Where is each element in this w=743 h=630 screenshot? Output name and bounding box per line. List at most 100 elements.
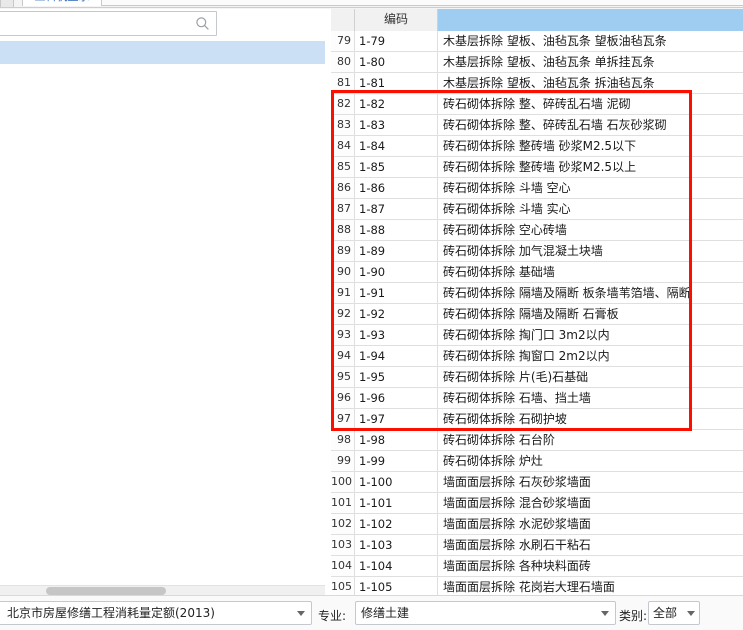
code-cell[interactable]: 1-94 [355,346,438,366]
code-cell[interactable]: 1-80 [355,52,438,72]
name-cell[interactable]: 墙面面层拆除 混合砂浆墙面 [438,493,743,513]
code-cell[interactable]: 1-89 [355,241,438,261]
table-row[interactable]: 91 1-91 砖石砌体拆除 隔墙及隔断 板条墙苇箔墙、隔断 [331,283,743,304]
scrollbar-thumb[interactable] [46,587,166,595]
search-input[interactable] [0,12,179,35]
code-cell[interactable]: 1-96 [355,388,438,408]
code-cell[interactable]: 1-93 [355,325,438,345]
name-cell[interactable]: 木基层拆除 望板、油毡瓦条 拆油毡瓦条 [438,73,743,93]
tree-item-16[interactable] [0,409,325,432]
code-cell[interactable]: 1-90 [355,262,438,282]
name-cell[interactable]: 砖石砌体拆除 石墙、挡土墙 [438,388,743,408]
name-cell[interactable]: 砖石砌体拆除 整砖墙 砂浆M2.5以下 [438,136,743,156]
tree-item-7[interactable] [0,202,325,225]
name-cell[interactable]: 砖石砌体拆除 整、碎砖乱石墙 泥砌 [438,94,743,114]
name-cell[interactable]: 砖石砌体拆除 斗墙 空心 [438,178,743,198]
grid-header-rownum[interactable] [331,9,355,31]
name-cell[interactable]: 墙面面层拆除 水泥砂浆墙面 [438,514,743,534]
tree-item-9[interactable]: 抹灰工程 [0,248,325,271]
tree-item-6[interactable]: 屋面木基层工程 [0,179,325,202]
code-cell[interactable]: 1-85 [355,157,438,177]
table-row[interactable]: 94 1-94 砖石砌体拆除 掏窗口 2m2以内 [331,346,743,367]
code-cell[interactable]: 1-104 [355,556,438,576]
chevron-down-icon[interactable] [601,611,609,616]
code-cell[interactable]: 1-92 [355,304,438,324]
grid-body[interactable]: 79 1-79 木基层拆除 望板、油毡瓦条 望板油毡瓦条 80 1-80 木基层拆除 望板… [331,31,743,595]
code-cell[interactable]: 1-103 [355,535,438,555]
table-row[interactable]: 88 1-88 砖石砌体拆除 空心砖墙 [331,220,743,241]
code-cell[interactable]: 1-81 [355,73,438,93]
table-row[interactable]: 87 1-87 砖石砌体拆除 斗墙 实心 [331,199,743,220]
search-icon[interactable] [195,16,210,31]
tree-item-14[interactable] [0,363,325,386]
table-row[interactable]: 97 1-97 砖石砌体拆除 石砌护坡 [331,409,743,430]
table-row[interactable]: 99 1-99 砖石砌体拆除 炉灶 [331,451,743,472]
code-cell[interactable]: 1-82 [355,94,438,114]
name-cell[interactable]: 墙面面层拆除 石灰砂浆墙面 [438,472,743,492]
code-cell[interactable]: 1-95 [355,367,438,387]
tree-item-10[interactable] [0,271,325,294]
name-cell[interactable]: 砖石砌体拆除 石砌护坡 [438,409,743,429]
name-cell[interactable]: 砖石砌体拆除 掏窗口 2m2以内 [438,346,743,366]
table-row[interactable]: 86 1-86 砖石砌体拆除 斗墙 空心 [331,178,743,199]
table-row[interactable]: 100 1-100 墙面面层拆除 石灰砂浆墙面 [331,472,743,493]
name-cell[interactable]: 砖石砌体拆除 隔墙及隔断 石膏板 [438,304,743,324]
table-row[interactable]: 85 1-85 砖石砌体拆除 整砖墙 砂浆M2.5以上 [331,157,743,178]
category-tree[interactable]: 楼地面工程 屋面及防水工程 钢筋混凝土工程 木结构工程 屋面木基层工程 抹灰工程… [0,41,325,571]
tree-item-2[interactable] [0,87,325,110]
name-cell[interactable]: 砖石砌体拆除 空心砖墙 [438,220,743,240]
name-cell[interactable]: 砖石砌体拆除 基础墙 [438,262,743,282]
name-cell[interactable]: 砖石砌体拆除 炉灶 [438,451,743,471]
name-cell[interactable]: 墙面面层拆除 各种块料面砖 [438,556,743,576]
name-cell[interactable]: 砖石砌体拆除 隔墙及隔断 板条墙苇箔墙、隔断 [438,283,743,303]
code-cell[interactable]: 1-91 [355,283,438,303]
table-row[interactable]: 93 1-93 砖石砌体拆除 掏门口 3m2以内 [331,325,743,346]
tree-item-11[interactable] [0,294,325,317]
name-cell[interactable]: 砖石砌体拆除 加气混凝土块墙 [438,241,743,261]
tree-item-8[interactable] [0,225,325,248]
code-cell[interactable]: 1-84 [355,136,438,156]
tree-item-12[interactable]: 零星工程 [0,317,325,340]
table-row[interactable]: 98 1-98 砖石砌体拆除 石台阶 [331,430,743,451]
code-cell[interactable]: 1-101 [355,493,438,513]
name-cell[interactable]: 墙面面层拆除 花岗岩大理石墙面 [438,577,743,595]
chevron-down-icon[interactable] [687,611,695,616]
tree-item-3[interactable] [0,110,325,133]
name-cell[interactable]: 砖石砌体拆除 掏门口 3m2以内 [438,325,743,345]
table-row[interactable]: 101 1-101 墙面面层拆除 混合砂浆墙面 [331,493,743,514]
name-cell[interactable]: 砖石砌体拆除 石台阶 [438,430,743,450]
tree-item-17[interactable]: 垂直运输费 [0,432,325,455]
name-cell[interactable]: 砖石砌体拆除 整砖墙 砂浆M2.5以上 [438,157,743,177]
tree-item-13[interactable]: 其他项目 [0,340,325,363]
code-cell[interactable]: 1-79 [355,31,438,51]
tree-item-4[interactable]: 钢筋混凝土工程 [0,133,325,156]
name-cell[interactable]: 砖石砌体拆除 斗墙 实心 [438,199,743,219]
table-row[interactable]: 90 1-90 砖石砌体拆除 基础墙 [331,262,743,283]
tree-item-1[interactable]: 屋面及防水工程 [0,64,325,87]
table-row[interactable]: 80 1-80 木基层拆除 望板、油毡瓦条 单拆挂瓦条 [331,52,743,73]
category-dropdown[interactable]: 全部 [648,601,700,625]
table-row[interactable]: 96 1-96 砖石砌体拆除 石墙、挡土墙 [331,388,743,409]
grid-header-code[interactable]: 编码 [355,9,438,31]
search-box[interactable] [0,11,217,36]
table-row[interactable]: 103 1-103 墙面面层拆除 水刷石干粘石 [331,535,743,556]
table-row[interactable]: 105 1-105 墙面面层拆除 花岗岩大理石墙面 [331,577,743,595]
tab-gongliaoji-display[interactable]: 工料机显示 [22,0,102,6]
table-row[interactable]: 82 1-82 砖石砌体拆除 整、碎砖乱石墙 泥砌 [331,94,743,115]
table-row[interactable]: 79 1-79 木基层拆除 望板、油毡瓦条 望板油毡瓦条 [331,31,743,52]
name-cell[interactable]: 砖石砌体拆除 整、碎砖乱石墙 石灰砂浆砌 [438,115,743,135]
code-cell[interactable]: 1-97 [355,409,438,429]
name-cell[interactable]: 木基层拆除 望板、油毡瓦条 望板油毡瓦条 [438,31,743,51]
tree-item-5[interactable]: 木结构工程 [0,156,325,179]
name-cell[interactable]: 木基层拆除 望板、油毡瓦条 单拆挂瓦条 [438,52,743,72]
code-cell[interactable]: 1-86 [355,178,438,198]
chevron-down-icon[interactable] [297,611,305,616]
grid-header-name[interactable] [438,9,743,31]
name-cell[interactable]: 墙面面层拆除 水刷石干粘石 [438,535,743,555]
major-dropdown[interactable]: 修缮土建 [355,601,616,625]
tree-item-0[interactable]: 楼地面工程 [0,41,325,64]
code-cell[interactable]: 1-88 [355,220,438,240]
code-cell[interactable]: 1-83 [355,115,438,135]
code-cell[interactable]: 1-99 [355,451,438,471]
table-row[interactable]: 83 1-83 砖石砌体拆除 整、碎砖乱石墙 石灰砂浆砌 [331,115,743,136]
